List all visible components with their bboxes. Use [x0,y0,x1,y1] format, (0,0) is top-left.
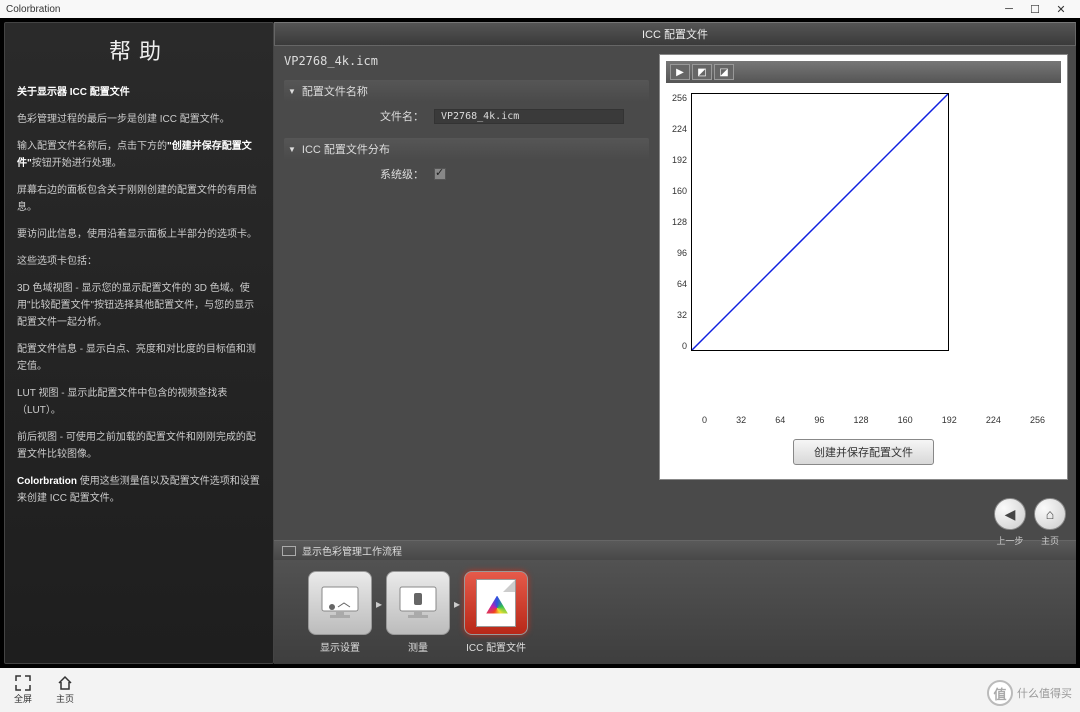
workflow-steps: 显示设置 ▸ 测量 ▸ ICC 配置文件 [274,560,1076,664]
x-axis-ticks: 0326496128160192224256 [666,411,1061,425]
home-label: 主页 [1034,534,1066,547]
step-display-settings[interactable] [308,571,372,635]
help-panel: 帮助 关于显示器 ICC 配置文件 色彩管理过程的最后一步是创建 ICC 配置文… [4,22,274,664]
step-label: 测量 [408,639,428,654]
y-axis-ticks: 2562241921601289664320 [672,93,691,351]
section-profile-distribution[interactable]: ▼ ICC 配置文件分布 [284,138,649,160]
create-save-profile-button[interactable]: 创建并保存配置文件 [793,439,934,465]
workflow-label: 显示色彩管理工作流程 [302,543,402,558]
window-titlebar: Colorbration ─ ☐ ✕ [0,0,1080,18]
workflow-header: 显示色彩管理工作流程 [274,540,1076,560]
step-label: 显示设置 [320,639,360,654]
filename-label: 文件名： [364,108,424,124]
lut-view-icon[interactable]: ◩ [692,64,712,80]
help-text: 这些选项卡包括： [17,253,261,270]
chevron-right-icon: ▸ [376,597,382,611]
help-title: 帮助 [17,33,261,70]
help-text: 色彩管理过程的最后一步是创建 ICC 配置文件。 [17,111,261,128]
lut-plot [691,93,949,351]
step-label: ICC 配置文件 [466,639,526,654]
close-icon[interactable]: ✕ [1048,3,1074,16]
chart-panel: ▶ ◩ ◪ 2562241921601289664320 03264961281… [659,54,1068,480]
maximize-icon[interactable]: ☐ [1022,3,1048,16]
profile-filename-title: VP2768_4k.icm [284,54,649,68]
step-measure[interactable] [386,571,450,635]
back-button[interactable]: ◀ [994,498,1026,530]
watermark-icon: 值 [987,680,1013,706]
monitor-icon [282,546,296,556]
help-text: LUT 视图 - 显示此配置文件中包含的视频查找表（LUT）。 [17,385,261,419]
help-heading: 关于显示器 ICC 配置文件 [17,84,261,101]
bottom-toolbar: 全屏 主页 [0,668,1080,712]
minimize-icon[interactable]: ─ [996,3,1022,15]
profile-settings: VP2768_4k.icm ▼ 配置文件名称 文件名： VP2768_4k.ic… [274,46,659,540]
watermark-text: 什么值得买 [1017,685,1072,701]
section-header: ICC 配置文件 [274,22,1076,46]
step-icc-profile[interactable] [464,571,528,635]
home-label-bottom: 主页 [56,692,74,705]
help-text: Colorbration 使用这些测量值以及配置文件选项和设置来创建 ICC 配… [17,473,261,507]
document-icon [476,579,516,627]
main-panel: ICC 配置文件 VP2768_4k.icm ▼ 配置文件名称 文件名： VP2… [274,22,1076,664]
help-text: 3D 色域视图 - 显示您的显示配置文件的 3D 色域。使用"比较配置文件"按钮… [17,280,261,331]
help-text: 前后视图 - 可使用之前加载的配置文件和刚刚完成的配置文件比较图像。 [17,429,261,463]
home-button-bottom[interactable]: 主页 [56,675,74,705]
collapse-arrow-icon: ▼ [288,145,296,154]
fullscreen-label: 全屏 [14,692,32,705]
help-text: 要访问此信息，使用沿着显示面板上半部分的选项卡。 [17,226,261,243]
help-text: 屏幕右边的面板包含关于刚刚创建的配置文件的有用信息。 [17,182,261,216]
play-icon[interactable]: ▶ [670,64,690,80]
chart-toolbar: ▶ ◩ ◪ [666,61,1061,83]
back-label: 上一步 [994,534,1026,547]
filename-input[interactable]: VP2768_4k.icm [434,109,624,124]
system-level-checkbox[interactable] [434,168,446,180]
system-level-label: 系统级： [364,166,424,182]
fullscreen-button[interactable]: 全屏 [14,675,32,705]
section-profile-name[interactable]: ▼ 配置文件名称 [284,80,649,102]
compare-icon[interactable]: ◪ [714,64,734,80]
help-text: 输入配置文件名称后，点击下方的"创建并保存配置文件"按钮开始进行处理。 [17,138,261,172]
chevron-right-icon: ▸ [454,597,460,611]
section-label: 配置文件名称 [302,83,368,99]
help-text: 配置文件信息 - 显示白点、亮度和对比度的目标值和测定值。 [17,341,261,375]
watermark: 值 什么值得买 [987,680,1072,706]
home-button[interactable]: ⌂ [1034,498,1066,530]
collapse-arrow-icon: ▼ [288,87,296,96]
section-label: ICC 配置文件分布 [302,141,390,157]
window-title: Colorbration [6,4,60,15]
